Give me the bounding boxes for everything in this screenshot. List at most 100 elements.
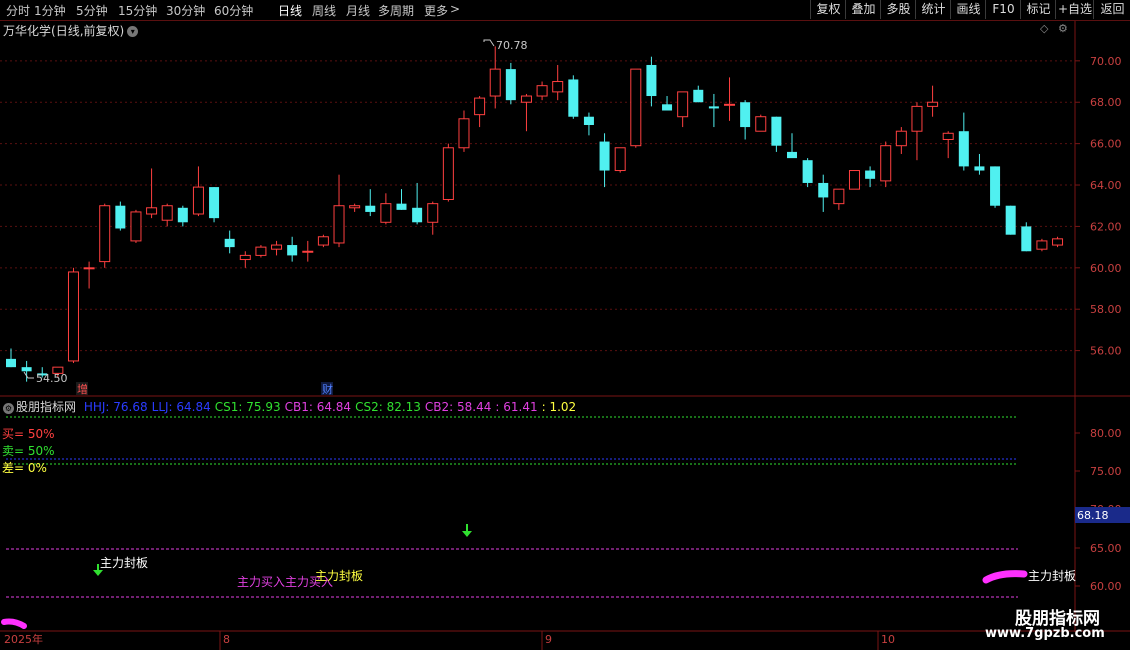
- candle-body: [1005, 205, 1016, 235]
- indicator-value: : 61.41: [495, 400, 538, 414]
- candle: [396, 189, 407, 210]
- candle: [755, 114, 767, 132]
- candle-body: [848, 170, 860, 190]
- candle-body: [427, 203, 439, 223]
- candle-body: [1036, 240, 1048, 250]
- candle-body: [614, 147, 626, 172]
- cai-marker[interactable]: 财: [322, 382, 333, 396]
- candle-body: [474, 97, 486, 116]
- candle-body: [568, 79, 579, 117]
- candle: [1005, 205, 1016, 235]
- candle: [67, 267, 79, 364]
- candle: [740, 100, 751, 140]
- price-tick-label: 58.00: [1090, 303, 1122, 316]
- candle: [365, 189, 376, 217]
- candle: [771, 116, 782, 152]
- date-label: 8: [223, 633, 230, 646]
- signal-text-3: 主力封板: [315, 569, 363, 583]
- price-tick-label: 66.00: [1090, 138, 1122, 151]
- indicator-tick-label: 65.00: [1090, 542, 1122, 555]
- candle: [693, 85, 704, 103]
- candle: [536, 81, 548, 101]
- candle-body: [552, 81, 564, 93]
- candle: [677, 91, 689, 128]
- sell-label: 卖= 50%: [2, 444, 55, 458]
- candle-body: [740, 102, 751, 128]
- candle: [146, 168, 158, 219]
- signal-text-4: 主力封板: [1028, 569, 1076, 583]
- main-chart: 70.00 68.00 66.00 64.00 62.00 60.00 58.00 56.00…: [0, 21, 1130, 650]
- candle: [21, 360, 32, 382]
- candle-body: [1021, 226, 1032, 252]
- candle: [927, 85, 939, 117]
- candle-body: [802, 160, 813, 183]
- candle-body: [833, 188, 845, 205]
- candle: [880, 141, 892, 188]
- indicator-value: CB1: 64.84: [284, 400, 352, 414]
- candle: [302, 240, 314, 262]
- gear-icon[interactable]: ⚙: [3, 403, 14, 414]
- indicator-value: CB2: 58.44: [424, 400, 492, 414]
- candle: [833, 188, 845, 210]
- candle: [130, 209, 142, 243]
- candle-body: [755, 116, 767, 132]
- price-tick-label: 56.00: [1090, 345, 1122, 358]
- candle: [287, 236, 298, 262]
- candle-body: [317, 236, 329, 246]
- candle-body: [458, 118, 470, 149]
- candle: [646, 56, 657, 107]
- candle-body: [771, 116, 782, 146]
- candle-body: [6, 358, 16, 368]
- candle: [662, 96, 673, 111]
- candle: [974, 153, 985, 175]
- candle-body: [192, 186, 204, 215]
- candle-body: [911, 105, 923, 132]
- candle-body: [1052, 238, 1064, 246]
- diff-label: 差= 0%: [2, 461, 47, 475]
- highlight-stroke: [1, 618, 27, 629]
- candle: [505, 62, 516, 105]
- candle: [848, 170, 860, 190]
- candle: [583, 112, 594, 136]
- price-tick-label: 70.00: [1090, 55, 1122, 68]
- candle: [161, 203, 173, 227]
- candle-body: [536, 85, 548, 97]
- candle: [177, 205, 188, 227]
- candle-body: [708, 106, 719, 109]
- high-annotation: 70.78: [483, 39, 528, 52]
- indicator-tick-label: 60.00: [1090, 580, 1122, 593]
- candle-body: [442, 147, 454, 201]
- candle: [1021, 222, 1032, 252]
- candle: [239, 251, 251, 268]
- candle: [6, 348, 16, 368]
- candle-body: [255, 246, 267, 256]
- candle-body: [520, 95, 532, 103]
- candle: [271, 240, 283, 256]
- candle-body: [599, 141, 610, 171]
- candle-body: [302, 250, 314, 253]
- candle: [865, 166, 876, 188]
- candle-body: [130, 211, 142, 242]
- price-tick-label: 64.00: [1090, 179, 1122, 192]
- candle: [895, 127, 907, 154]
- date-label: 10: [881, 633, 895, 646]
- candle-body: [99, 205, 111, 263]
- price-grid: [0, 60, 1075, 352]
- indicator-value: : 1.02: [541, 400, 577, 414]
- candle-body: [380, 203, 392, 223]
- candle-body: [239, 254, 251, 261]
- watermark-url: www.7gpzb.com: [985, 626, 1105, 641]
- candle: [818, 174, 829, 212]
- candle-body: [865, 170, 876, 179]
- indicator-value: CS1: 75.93: [214, 400, 281, 414]
- candle: [427, 201, 439, 235]
- indicator-name: 股朋指标网: [16, 400, 77, 414]
- candle-body: [224, 238, 235, 248]
- candle-body: [974, 166, 985, 171]
- indicator-value: HHJ: 76.68: [83, 400, 148, 414]
- zeng-marker[interactable]: 增: [77, 382, 88, 396]
- candle-body: [271, 244, 283, 250]
- candle-body: [942, 132, 954, 140]
- candle-body: [489, 68, 501, 97]
- candle: [489, 46, 501, 109]
